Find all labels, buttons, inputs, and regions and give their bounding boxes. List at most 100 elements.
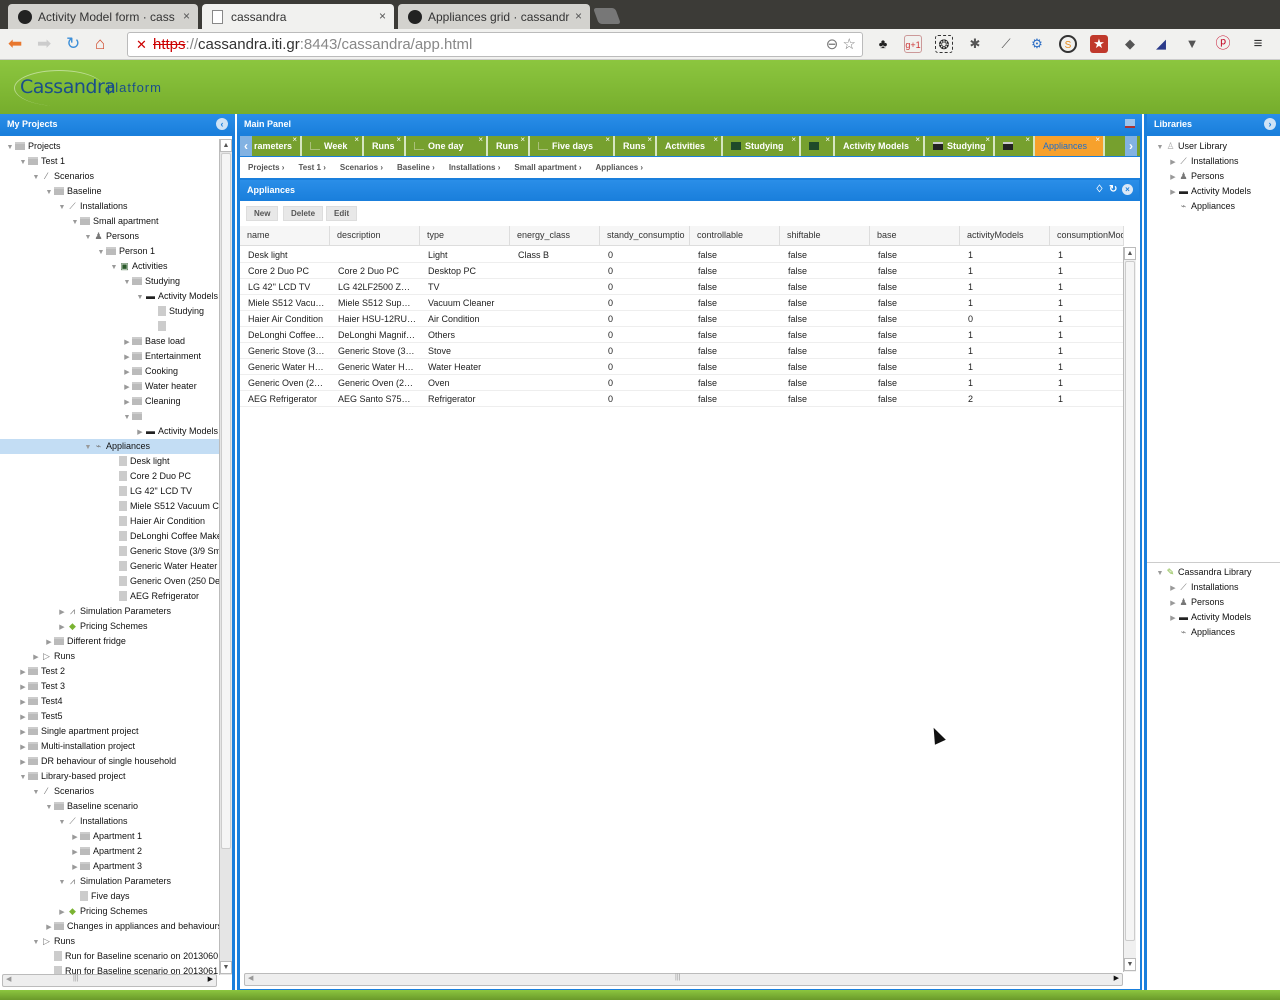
table-row[interactable]: Core 2 Duo PC Core 2 Duo PC Desktop PC 0 fal… — [240, 263, 1124, 279]
tree-node[interactable]: Run for Baseline scenario on 2013060 — [0, 949, 232, 964]
main-tab[interactable]: Activity Models × — [835, 136, 925, 156]
browser-tab[interactable]: Appliances grid · cassandr × — [398, 4, 590, 29]
tree-node[interactable]: ▼ ⁄ Scenarios — [0, 169, 232, 184]
library-item[interactable]: ▶ ♟ Persons — [1147, 595, 1224, 610]
expand-arrow-icon[interactable]: ▶ — [122, 350, 132, 365]
feedly-icon[interactable]: ◆ — [1121, 35, 1139, 53]
speed-gauge-icon[interactable]: ◢ — [1152, 35, 1170, 53]
refresh-icon[interactable]: ↻ — [1109, 180, 1117, 200]
tree-node[interactable]: ▼ ▷ Runs — [0, 934, 232, 949]
tree-node[interactable]: Miele S512 Vacuum Clea — [0, 499, 232, 514]
menu-icon[interactable]: ≡ — [1249, 35, 1267, 53]
library-item[interactable]: ⌁ Appliances — [1147, 199, 1235, 214]
eyedropper-icon[interactable]: ⟋ — [997, 35, 1015, 53]
main-tab[interactable]: × — [995, 136, 1035, 156]
grid-vertical-scrollbar[interactable]: ▲ ▼ — [1123, 247, 1136, 972]
tree-node[interactable]: ▼ ▣ Activities — [0, 259, 232, 274]
tree-node[interactable]: ▼ ♟ Persons — [0, 229, 232, 244]
expand-arrow-icon[interactable]: ▶ — [1168, 596, 1178, 611]
breadcrumb-item[interactable]: Test 1 › — [298, 163, 325, 172]
close-tab-icon[interactable]: × — [478, 136, 483, 150]
collapse-arrow-icon[interactable]: ▼ — [31, 170, 41, 185]
collapse-arrow-icon[interactable]: ▼ — [57, 200, 67, 215]
collapse-arrow-icon[interactable]: ▼ — [1155, 566, 1165, 581]
expand-arrow-icon[interactable]: ▶ — [57, 905, 67, 920]
collapse-arrow-icon[interactable]: ▼ — [5, 140, 15, 155]
scroll-thumb[interactable] — [221, 153, 231, 849]
close-icon[interactable]: × — [379, 9, 386, 23]
table-row[interactable]: AEG Refrigerator AEG Santo S75… Refrigerat… — [240, 391, 1124, 407]
tree-node[interactable]: ▶ Test5 — [0, 709, 232, 724]
expand-arrow-icon[interactable]: ▶ — [18, 695, 28, 710]
collapse-arrow-icon[interactable]: ▼ — [57, 875, 67, 890]
tree-node[interactable]: ▼ Small apartment — [0, 214, 232, 229]
new-tab-button[interactable] — [593, 8, 621, 24]
breadcrumb-item[interactable]: Scenarios › — [340, 163, 383, 172]
pocket-icon[interactable]: ▼ — [1183, 35, 1201, 53]
tree-node[interactable]: Desk light — [0, 454, 232, 469]
column-header[interactable]: consumptionModels — [1050, 226, 1124, 246]
column-header[interactable]: shiftable — [780, 226, 870, 246]
browser-tab-active[interactable]: cassandra × — [202, 4, 394, 29]
tree-node[interactable]: ▼ Studying — [0, 274, 232, 289]
back-icon[interactable]: ⬅ — [8, 34, 22, 54]
tree-node[interactable]: ▶ Single apartment project — [0, 724, 232, 739]
collapse-arrow-icon[interactable]: ▼ — [31, 785, 41, 800]
close-tab-icon[interactable]: × — [1095, 136, 1100, 150]
tree-node[interactable]: ▼ ▬ Activity Models — [0, 289, 232, 304]
main-tab[interactable]: Studying × — [723, 136, 801, 156]
tree-node[interactable]: Studying — [0, 304, 232, 319]
address-bar[interactable]: ✕ https://cassandra.iti.gr:8443/cassandr… — [127, 32, 863, 57]
delete-button[interactable]: Delete — [283, 206, 324, 221]
zoom-icon[interactable]: ⊖ — [826, 36, 839, 53]
tree-node[interactable]: ▼ Test 1 — [0, 154, 232, 169]
close-tab-icon[interactable]: × — [292, 136, 297, 150]
main-tab[interactable]: Studying × — [925, 136, 995, 156]
expand-arrow-icon[interactable]: ▶ — [1168, 185, 1178, 200]
google-plus-one-icon[interactable]: g+1 — [904, 35, 922, 53]
breadcrumb-item[interactable]: Baseline › — [397, 163, 435, 172]
table-row[interactable]: DeLonghi Coffee… DeLonghi Magnif… Others 0 f… — [240, 327, 1124, 343]
tree-node[interactable]: Five days — [0, 889, 232, 904]
close-grid-icon[interactable]: × — [1122, 184, 1133, 195]
maximize-icon[interactable] — [1125, 119, 1135, 128]
tree-node[interactable]: ▼ — [0, 409, 232, 424]
new-button[interactable]: New — [246, 206, 279, 221]
expand-arrow-icon[interactable]: ▶ — [18, 710, 28, 725]
lamp-extension-icon[interactable]: ♣ — [874, 35, 892, 53]
tree-node[interactable]: ▼ Baseline scenario — [0, 799, 232, 814]
tree-node[interactable]: ▼ ⁄ Scenarios — [0, 784, 232, 799]
expand-arrow-icon[interactable]: ▶ — [70, 860, 80, 875]
column-header[interactable]: type — [420, 226, 510, 246]
tree-node[interactable]: ▶ Entertainment — [0, 349, 232, 364]
tree-node[interactable]: ▼ Projects — [0, 139, 232, 154]
collapse-arrow-icon[interactable]: ▼ — [31, 935, 41, 950]
collapse-left-icon[interactable]: ‹ — [216, 118, 228, 130]
library-item[interactable]: ▶ ▬ Activity Models — [1147, 610, 1251, 625]
column-header[interactable]: description — [330, 226, 420, 246]
expand-arrow-icon[interactable]: ▶ — [57, 620, 67, 635]
s-extension-icon[interactable]: S — [1059, 35, 1077, 53]
collapse-arrow-icon[interactable]: ▼ — [1155, 140, 1165, 155]
scroll-right-icon[interactable]: ▶ — [1114, 974, 1119, 982]
expand-arrow-icon[interactable]: ▶ — [18, 680, 28, 695]
expand-arrow-icon[interactable]: ▶ — [135, 425, 145, 440]
scroll-left-icon[interactable]: ◀ — [6, 975, 11, 983]
reload-icon[interactable]: ↻ — [66, 34, 80, 54]
library-root[interactable]: ▼ ♙ User Library — [1147, 139, 1227, 154]
library-item[interactable]: ▶ ⟋ Installations — [1147, 580, 1238, 595]
tree-node[interactable]: LG 42" LCD TV — [0, 484, 232, 499]
column-header[interactable]: standy_consumptio — [600, 226, 690, 246]
expand-arrow-icon[interactable]: ▶ — [122, 365, 132, 380]
tree-node[interactable]: Generic Water Heater — [0, 559, 232, 574]
tabs-scroll-right-icon[interactable]: › — [1125, 136, 1137, 156]
table-row[interactable]: Desk light Light Class B 0 false false false 1 1 — [240, 247, 1124, 263]
main-tab[interactable]: Runs × — [615, 136, 657, 156]
collapse-right-icon[interactable]: › — [1264, 118, 1276, 130]
evernote-icon[interactable]: ❂ — [935, 35, 953, 53]
expand-arrow-icon[interactable]: ▶ — [18, 755, 28, 770]
tree-node[interactable]: ▼ ⟋ Installations — [0, 199, 232, 214]
expand-arrow-icon[interactable]: ▶ — [122, 395, 132, 410]
scroll-down-icon[interactable]: ▼ — [1124, 958, 1136, 971]
scroll-thumb[interactable] — [1125, 261, 1135, 941]
